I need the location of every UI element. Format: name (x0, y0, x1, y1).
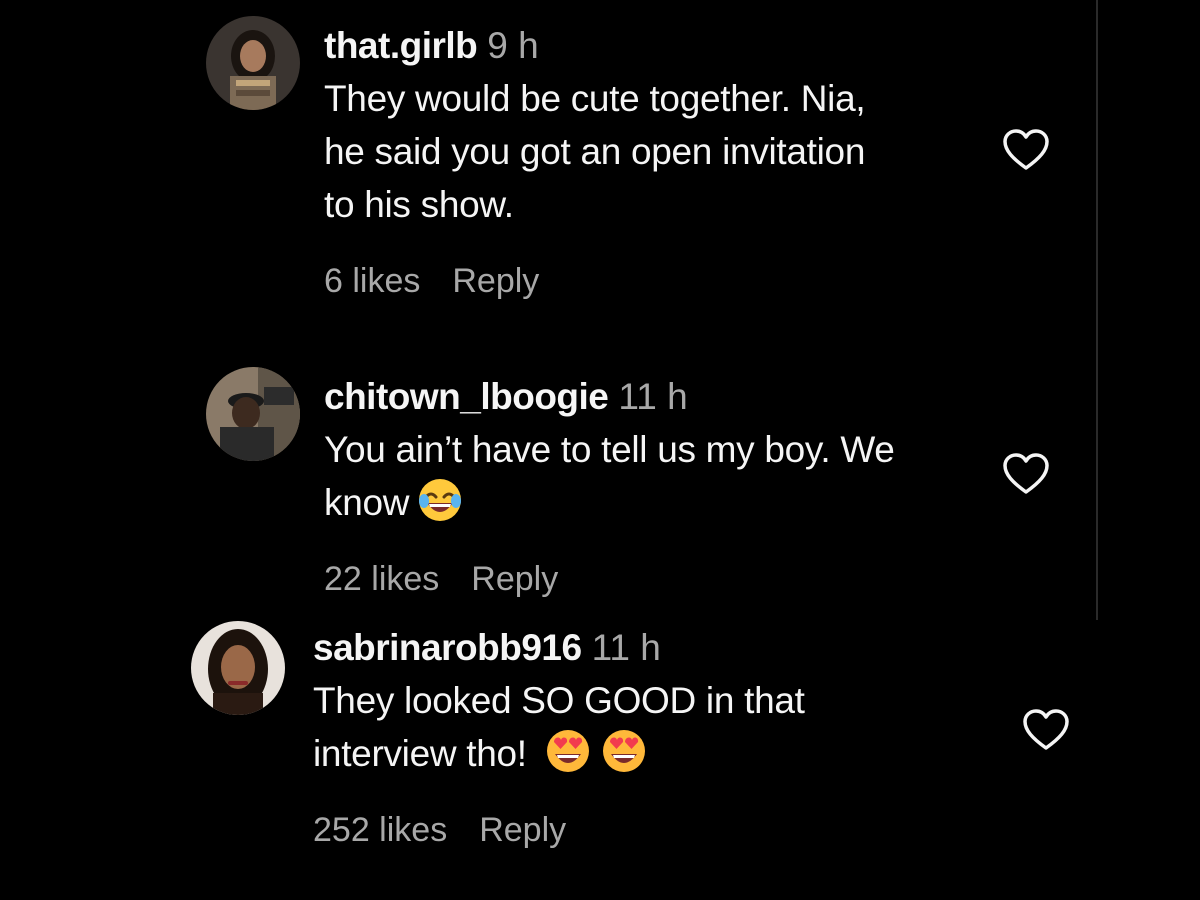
comment-text-line: They looked SO GOOD in that (313, 680, 805, 721)
comment-text: You ain’t have to tell us my boy. We kno… (324, 423, 1004, 529)
reply-button[interactable]: Reply (471, 560, 558, 598)
heart-outline-icon[interactable] (1002, 452, 1050, 496)
likes-count[interactable]: 252 likes (313, 811, 447, 849)
comment-text-line: They would be cute together. Nia, (324, 78, 866, 119)
comment-meta: 22 likes Reply (324, 559, 1004, 599)
heart-outline-icon[interactable] (1002, 128, 1050, 172)
comment-text-fragment: know (324, 482, 410, 523)
comment-text-line: he said you got an open invitation (324, 131, 866, 172)
smiling-face-with-heart-eyes-icon (545, 728, 591, 774)
avatar[interactable] (206, 367, 300, 461)
reply-button[interactable]: Reply (479, 811, 566, 849)
timestamp: 11 h (618, 376, 688, 417)
comment-text-line: to his show. (324, 184, 514, 225)
comment-text-line-with-emoji: interview tho! (313, 727, 1003, 780)
comment-meta: 6 likes Reply (324, 261, 984, 301)
comment-header: sabrinarobb916 11 h (313, 626, 1003, 670)
comment-meta: 252 likes Reply (313, 810, 1003, 850)
comment-text-line: You ain’t have to tell us my boy. We (324, 429, 895, 470)
comment-header: that.girlb 9 h (324, 24, 984, 68)
comment-text-fragment: interview tho! (313, 733, 527, 774)
face-with-tears-of-joy-icon (417, 477, 463, 523)
comment-text-line-with-emoji: know (324, 476, 1004, 529)
username[interactable]: chitown_lboogie (324, 376, 609, 417)
likes-count[interactable]: 22 likes (324, 560, 439, 598)
reply-button[interactable]: Reply (452, 262, 539, 300)
comment-text: They looked SO GOOD in that interview th… (313, 674, 1003, 780)
username[interactable]: sabrinarobb916 (313, 627, 582, 668)
likes-count[interactable]: 6 likes (324, 262, 420, 300)
timestamp: 11 h (591, 627, 661, 668)
heart-outline-icon[interactable] (1022, 708, 1070, 752)
timestamp: 9 h (487, 25, 539, 66)
comment-header: chitown_lboogie 11 h (324, 375, 1004, 419)
avatar[interactable] (206, 16, 300, 110)
smiling-face-with-heart-eyes-icon (601, 728, 647, 774)
divider-line (1096, 0, 1098, 620)
avatar[interactable] (191, 621, 285, 715)
comment-text: They would be cute together. Nia, he sai… (324, 72, 984, 231)
username[interactable]: that.girlb (324, 25, 478, 66)
